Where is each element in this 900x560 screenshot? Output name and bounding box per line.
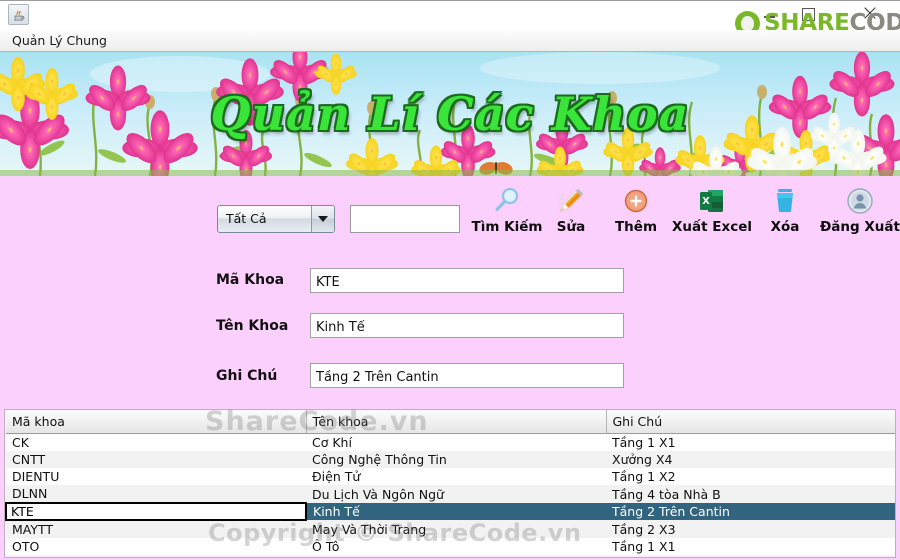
cell-ma-khoa[interactable]: KTE: [5, 502, 307, 521]
input-ten-khoa[interactable]: [310, 313, 624, 338]
label-ma-khoa: Mã Khoa: [216, 272, 285, 288]
table-row[interactable]: CNTT Công Nghệ Thông Tin Xưởng X4: [6, 451, 895, 468]
cell-ghi-chu[interactable]: Tầng 2 X3: [606, 520, 895, 538]
departments-table-container[interactable]: Mã khoa Tên khoa Ghi Chú CK Cơ Khí Tầng 1 …: [4, 409, 896, 558]
logout-button[interactable]: Đăng Xuất: [812, 184, 900, 235]
cell-ghi-chu[interactable]: Tầng 1 X1: [606, 433, 895, 451]
cell-ghi-chu[interactable]: Tầng 4 tòa Nhà B: [606, 485, 895, 503]
cell-ma-khoa[interactable]: MAYTT: [6, 520, 306, 538]
cell-ma-khoa[interactable]: DIENTU: [6, 468, 306, 485]
user-logout-icon: [812, 184, 900, 218]
table-row[interactable]: OTO Ô Tô Tầng 1 X1: [6, 538, 895, 555]
cell-ten-khoa[interactable]: Thực Phẩm: [306, 555, 606, 557]
cell-ma-khoa[interactable]: CNTT: [6, 451, 306, 468]
table-row[interactable]: KTE Kinh Tế Tầng 2 Trên Cantin: [5, 502, 895, 521]
menu-item-quan-ly-chung[interactable]: Quản Lý Chung: [8, 32, 111, 49]
search-input[interactable]: [350, 205, 460, 233]
cell-ten-khoa[interactable]: Điện Tử: [306, 468, 606, 485]
table-row[interactable]: DIENTU Điện Tử Tầng 1 X2: [6, 468, 895, 485]
page-title: Quản Lí Các Khoa: [210, 87, 690, 141]
input-ma-khoa[interactable]: [310, 268, 624, 293]
cell-ma-khoa[interactable]: OTO: [6, 538, 306, 555]
application-window: × SHARE CODE .vn Quản Lý Chung: [0, 0, 900, 560]
chevron-down-icon[interactable]: [311, 206, 334, 232]
departments-table: Mã khoa Tên khoa Ghi Chú CK Cơ Khí Tầng 1 …: [5, 410, 895, 557]
table-row[interactable]: CK Cơ Khí Tầng 1 X1: [6, 433, 895, 451]
svg-text:X: X: [702, 196, 710, 207]
column-header-ghi-chu[interactable]: Ghi Chú: [606, 410, 895, 434]
table-row[interactable]: DLNN Du Lịch Và Ngôn Ngữ Tầng 4 tòa Nhà B: [6, 485, 895, 503]
close-button[interactable]: ×: [857, 3, 883, 27]
cell-ghi-chu[interactable]: Tầng 2 xưởng X3: [606, 555, 895, 557]
cell-ma-khoa[interactable]: DLNN: [6, 485, 306, 503]
title-bar: × SHARE CODE .vn: [0, 0, 900, 36]
cell-ghi-chu[interactable]: Xưởng X4: [606, 451, 895, 468]
label-ten-khoa: Tên Khoa: [216, 318, 289, 334]
menu-bar: Quản Lý Chung: [0, 30, 900, 52]
table-body: CK Cơ Khí Tầng 1 X1 CNTT Công Nghệ Thông Tin…: [5, 433, 895, 557]
filter-select[interactable]: Tất Cả: [217, 205, 335, 233]
table-row[interactable]: MAYTT May Và Thời Trang Tầng 2 X3: [6, 520, 895, 538]
cell-ghi-chu[interactable]: Tầng 2 Trên Cantin: [606, 503, 895, 520]
banner-header: Quản Lí Các Khoa: [0, 52, 900, 176]
cell-ten-khoa[interactable]: Du Lịch Và Ngôn Ngữ: [306, 485, 606, 503]
label-ghi-chu: Ghi Chú: [216, 368, 278, 384]
cell-ten-khoa[interactable]: Cơ Khí: [306, 433, 606, 451]
cell-ma-khoa[interactable]: CK: [6, 433, 306, 451]
cell-ten-khoa[interactable]: Công Nghệ Thông Tin: [306, 451, 606, 468]
maximize-button[interactable]: [795, 3, 821, 27]
table-row[interactable]: TPThực PhẩmTầng 2 xưởng X3: [6, 555, 895, 557]
filter-select-value: Tất Cả: [226, 211, 267, 226]
cell-ten-khoa[interactable]: Ô Tô: [306, 538, 606, 555]
column-header-ten-khoa[interactable]: Tên khoa: [306, 410, 607, 434]
cell-ten-khoa[interactable]: Kinh Tế: [306, 503, 606, 520]
table-header-row: Mã khoa Tên khoa Ghi Chú: [6, 410, 895, 434]
minimize-button[interactable]: [756, 3, 782, 27]
input-ghi-chu[interactable]: [310, 363, 624, 388]
java-coffee-cup-icon[interactable]: [8, 4, 29, 25]
cell-ten-khoa[interactable]: May Và Thời Trang: [306, 520, 606, 538]
logout-button-label: Đăng Xuất: [820, 219, 900, 235]
column-header-ma-khoa[interactable]: Mã khoa: [6, 410, 307, 434]
cell-ghi-chu[interactable]: Tầng 1 X1: [606, 538, 895, 555]
cell-ma-khoa[interactable]: TP: [6, 555, 306, 557]
cell-ghi-chu[interactable]: Tầng 1 X2: [606, 468, 895, 485]
